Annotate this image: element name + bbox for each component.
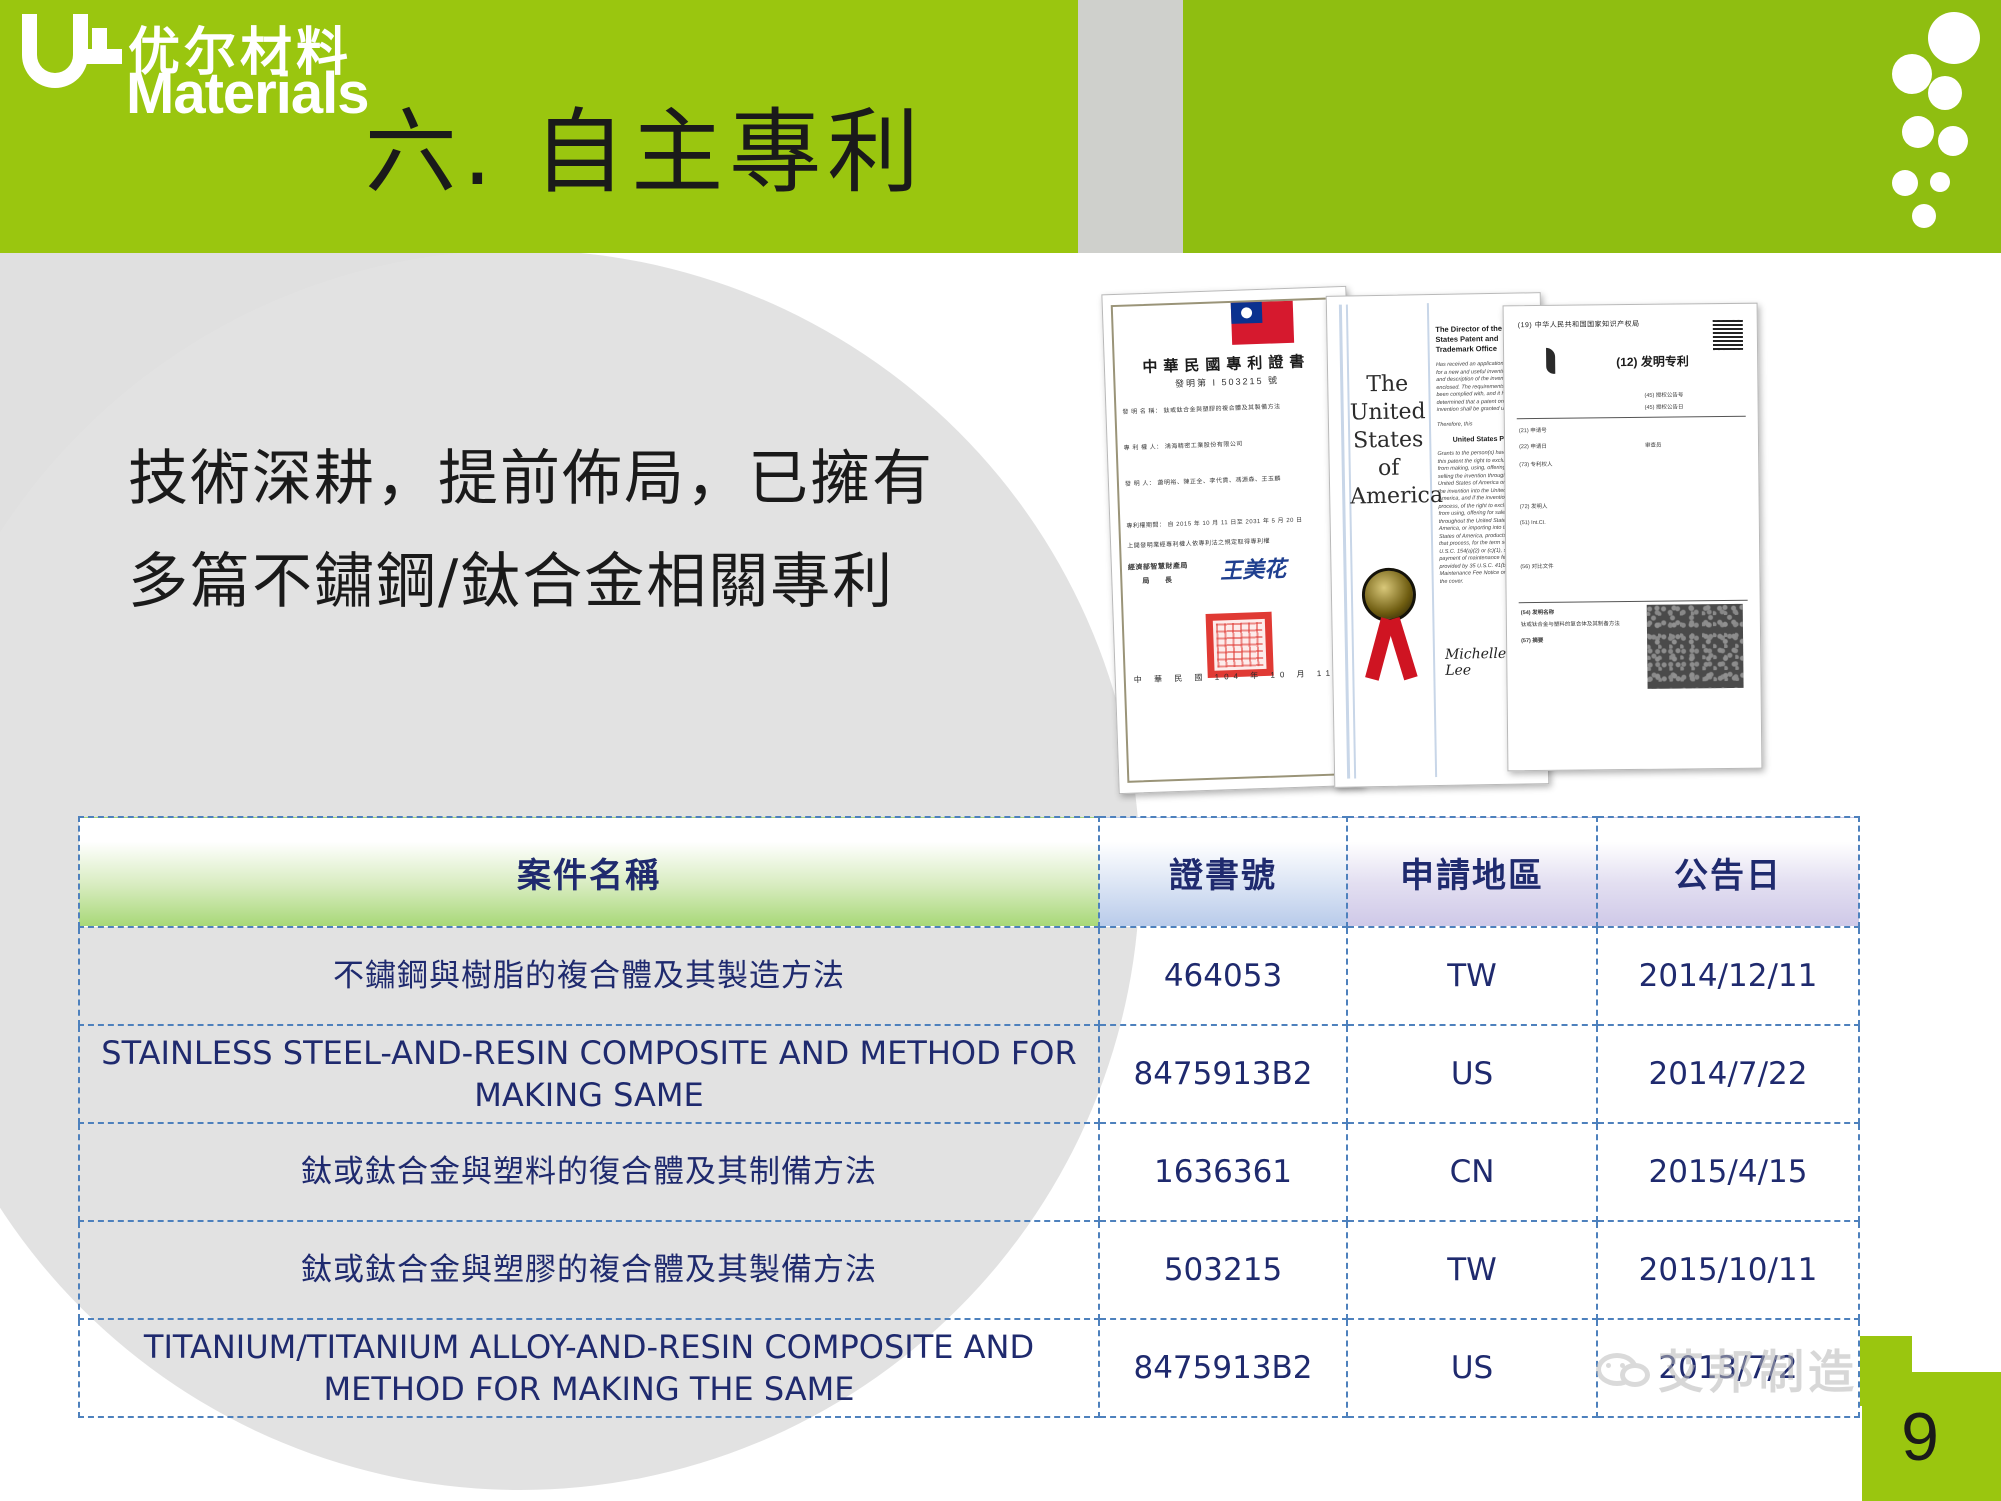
cell-region: TW xyxy=(1346,926,1598,1026)
bubble-icon xyxy=(1930,172,1950,192)
cell-case-name: STAINLESS STEEL-AND-RESIN COMPOSITE AND … xyxy=(78,1024,1100,1124)
cell-date: 2013/7/2 xyxy=(1596,1318,1860,1418)
sem-micrograph-image xyxy=(1646,603,1744,689)
column-header-case-name: 案件名稱 xyxy=(78,816,1100,928)
cn-invention-label: (54) 发明名称 xyxy=(1520,609,1555,617)
cn-cert-type: (12) 发明专利 xyxy=(1616,354,1689,370)
cn-cert-field: (72) 发明人 xyxy=(1519,503,1548,511)
cell-cert-no: 8475913B2 xyxy=(1098,1318,1348,1418)
table-row: TITANIUM/TITANIUM ALLOY-AND-RESIN COMPOS… xyxy=(78,1318,1860,1418)
us-gold-seal-icon xyxy=(1361,567,1417,623)
cell-date: 2015/10/11 xyxy=(1596,1220,1860,1320)
page-number: 9 xyxy=(1901,1399,1939,1475)
table-header-row: 案件名稱 證書號 申請地區 公告日 xyxy=(78,816,1860,928)
header-green-right xyxy=(1183,0,2001,253)
cn-invention-name: 钛或钛合金与塑料的复合体及其制备方法 xyxy=(1520,621,1620,629)
bubble-icon xyxy=(1928,12,1980,64)
cell-cert-no: 1636361 xyxy=(1098,1122,1348,1222)
column-header-region: 申請地區 xyxy=(1346,816,1598,928)
table-row: 不鏽鋼與樹脂的複合體及其製造方法 464053 TW 2014/12/11 xyxy=(78,926,1860,1026)
table-row: 鈦或鈦合金與塑膠的複合體及其製備方法 503215 TW 2015/10/11 xyxy=(78,1220,1860,1320)
table-row: 鈦或鈦合金與塑料的復合體及其制備方法 1636361 CN 2015/4/15 xyxy=(78,1122,1860,1222)
cell-cert-no: 464053 xyxy=(1098,926,1348,1026)
column-header-date: 公告日 xyxy=(1596,816,1860,928)
cn-cert-field: (51) Int.CI. xyxy=(1519,519,1546,527)
cn-cert-examiner: 审查员 xyxy=(1645,442,1662,449)
bubble-icon xyxy=(1912,204,1936,228)
bubble-icon xyxy=(1892,54,1932,94)
body-text-line-1: 技術深耕，提前佈局，已擁有 xyxy=(128,444,934,514)
us-cert-title: The United States of America xyxy=(1349,371,1444,510)
column-header-cert-no: 證書號 xyxy=(1098,816,1348,928)
tw-cert-signature: 王美花 xyxy=(1219,556,1287,585)
cell-case-name: 鈦或鈦合金與塑膠的複合體及其製備方法 xyxy=(78,1220,1100,1320)
slide-root: 优尔材料 Materials 六. 自主專利 技術深耕，提前佈局，已擁有 多篇不… xyxy=(0,0,2001,1501)
cn-cert-right-field: (45) 授权公告号 xyxy=(1644,392,1684,399)
tw-official-seal-icon xyxy=(1205,611,1274,678)
cn-cert-field: (73) 专利权人 xyxy=(1519,461,1553,469)
bubble-icon xyxy=(1902,116,1934,148)
cell-region: TW xyxy=(1346,1220,1598,1320)
bubble-icon xyxy=(1938,126,1968,156)
cn-cert-field: (21) 申请号 xyxy=(1518,427,1547,435)
us-ribbon-icon xyxy=(1386,616,1418,681)
cell-date: 2015/4/15 xyxy=(1596,1122,1860,1222)
cn-cert-field: (56) 对比文件 xyxy=(1520,563,1554,571)
cell-region: CN xyxy=(1346,1122,1598,1222)
cell-case-name: 不鏽鋼與樹脂的複合體及其製造方法 xyxy=(78,926,1100,1026)
cell-cert-no: 503215 xyxy=(1098,1220,1348,1320)
cell-date: 2014/7/22 xyxy=(1596,1024,1860,1124)
table-body: 不鏽鋼與樹脂的複合體及其製造方法 464053 TW 2014/12/11 ST… xyxy=(78,926,1860,1418)
qr-code-icon xyxy=(1712,319,1744,351)
cn-cert-field: (22) 申请日 xyxy=(1519,443,1547,451)
cell-date: 2014/12/11 xyxy=(1596,926,1860,1026)
bubble-icon xyxy=(1892,170,1918,196)
decorative-bubbles xyxy=(1880,0,2001,253)
taiwan-patent-certificate: 中華民國專利證書 發明第 I 503215 號 發 明 名 稱： 鈦或鈦合金與塑… xyxy=(1101,285,1364,795)
cn-cert-right-field: (45) 授权公告日 xyxy=(1644,404,1684,411)
cell-cert-no: 8475913B2 xyxy=(1098,1024,1348,1124)
bubble-icon xyxy=(1928,76,1962,110)
certificate-images: 中華民國專利證書 發明第 I 503215 號 發 明 名 稱： 鈦或鈦合金與塑… xyxy=(1101,285,1905,810)
patent-table: 案件名稱 證書號 申請地區 公告日 不鏽鋼與樹脂的複合體及其製造方法 46405… xyxy=(78,816,1860,1418)
body-text-block: 技術深耕，提前佈局，已擁有 多篇不鏽鋼/鈦合金相關專利 xyxy=(128,428,934,634)
cell-case-name: TITANIUM/TITANIUM ALLOY-AND-RESIN COMPOS… xyxy=(78,1318,1100,1418)
cn-abstract-label: (57) 摘要 xyxy=(1521,637,1544,645)
cell-region: US xyxy=(1346,1024,1598,1124)
taiwan-flag-icon xyxy=(1230,300,1295,345)
cell-region: US xyxy=(1346,1318,1598,1418)
table-row: STAINLESS STEEL-AND-RESIN COMPOSITE AND … xyxy=(78,1024,1860,1124)
body-text-line-2: 多篇不鏽鋼/鈦合金相關專利 xyxy=(128,547,895,617)
cell-case-name: 鈦或鈦合金與塑料的復合體及其制備方法 xyxy=(78,1122,1100,1222)
cnipa-logo-icon xyxy=(1538,348,1564,374)
china-patent-certificate: (19) 中华人民共和国国家知识产权局 (12) 发明专利 (45) 授权公告号… xyxy=(1502,302,1763,772)
page-title: 六. 自主專利 xyxy=(364,99,926,206)
cn-cert-office: (19) 中华人民共和国国家知识产权局 xyxy=(1517,320,1640,330)
